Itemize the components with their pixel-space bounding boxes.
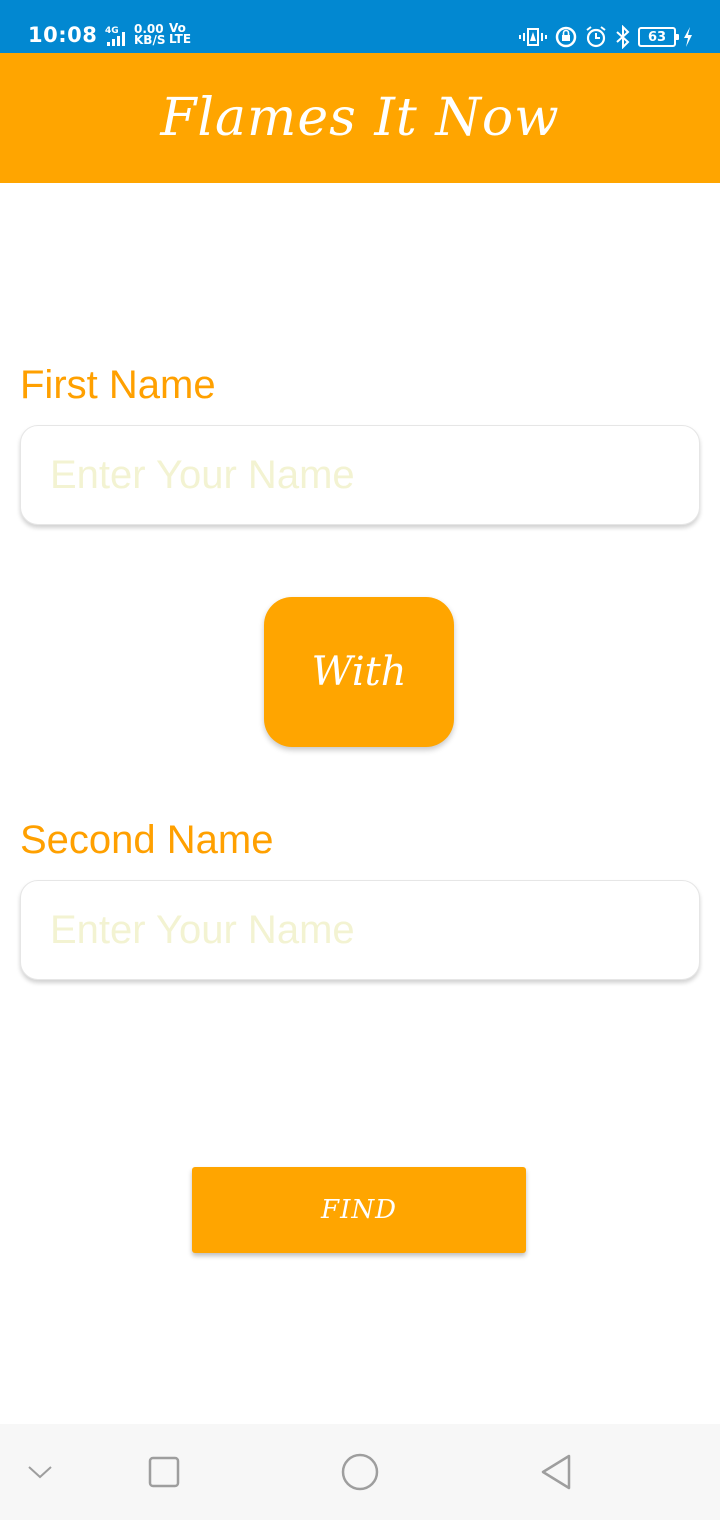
data-saver-icon xyxy=(555,26,577,48)
status-bar: 10:08 4G 0.00 KB/S Vo LTE 63 xyxy=(0,0,720,53)
battery-level: 63 xyxy=(647,29,667,45)
recents-icon xyxy=(148,1456,180,1488)
second-name-input[interactable] xyxy=(20,880,700,980)
second-name-label: Second Name xyxy=(20,818,274,862)
back-icon xyxy=(541,1454,571,1490)
chevron-down-icon xyxy=(28,1466,52,1479)
nav-collapse-button[interactable] xyxy=(10,1424,70,1520)
app-bar: Flames It Now xyxy=(0,53,720,183)
navigation-bar xyxy=(0,1424,720,1520)
bluetooth-icon xyxy=(616,25,630,49)
speed-unit: KB/S xyxy=(134,33,166,47)
app-title: Flames It Now xyxy=(160,88,560,148)
home-icon xyxy=(341,1453,379,1491)
nav-recents-button[interactable] xyxy=(134,1424,194,1520)
signal-icon xyxy=(107,32,125,46)
network-speed: 0.00 KB/S xyxy=(134,23,166,47)
with-button[interactable]: With xyxy=(264,597,454,747)
vibrate-icon xyxy=(519,28,547,46)
volte-indicator: Vo LTE xyxy=(169,22,192,46)
first-name-input[interactable] xyxy=(20,425,700,525)
first-name-label: First Name xyxy=(20,363,216,407)
find-button[interactable]: FIND xyxy=(192,1167,526,1253)
status-icons: 63 xyxy=(518,24,694,50)
battery-icon: 63 xyxy=(638,27,679,47)
nav-back-button[interactable] xyxy=(526,1424,586,1520)
status-time: 10:08 xyxy=(28,23,98,47)
volte-bottom: LTE xyxy=(169,32,192,46)
nav-home-button[interactable] xyxy=(330,1424,390,1520)
charging-icon xyxy=(684,27,692,47)
alarm-icon xyxy=(586,26,606,48)
